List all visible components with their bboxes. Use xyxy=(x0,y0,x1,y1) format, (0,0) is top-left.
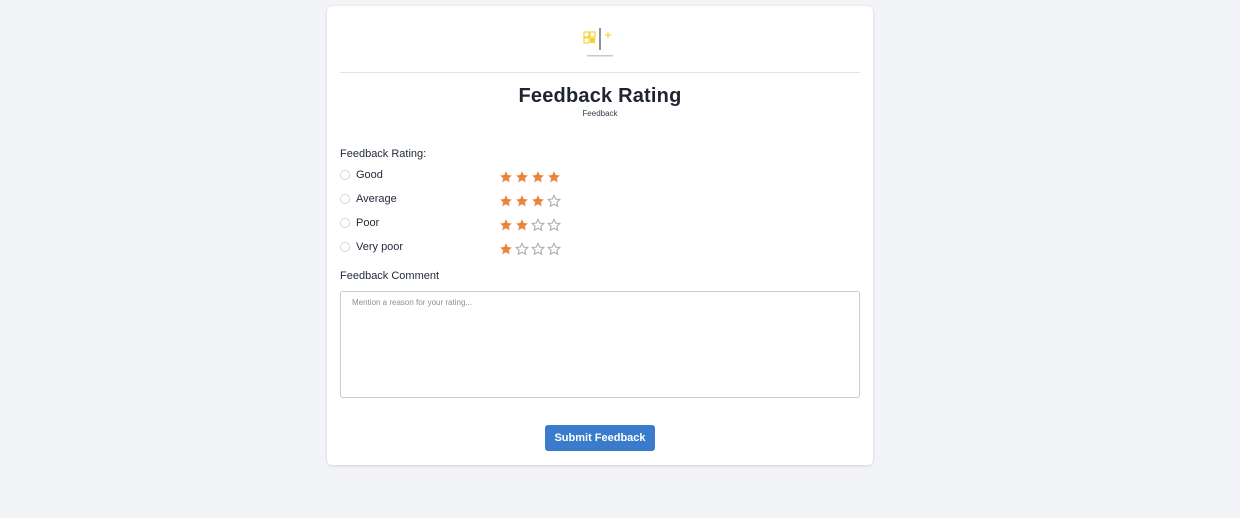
star-filled-icon xyxy=(532,195,544,207)
feedback-card: Feedback Rating Feedback Feedback Rating… xyxy=(327,6,873,465)
rating-stars xyxy=(499,216,561,234)
star-filled-icon xyxy=(532,171,544,183)
star-filled-icon xyxy=(516,219,528,231)
company-logo xyxy=(583,28,613,57)
star-filled-icon xyxy=(500,243,512,255)
star-outline-icon xyxy=(547,218,561,232)
rating-option-label: Poor xyxy=(356,217,380,229)
rating-stars xyxy=(499,240,561,258)
submit-feedback-button[interactable]: Submit Feedback xyxy=(545,425,655,451)
rating-option-label: Very poor xyxy=(356,241,404,253)
star-outline-icon xyxy=(547,194,561,208)
star-outline-icon xyxy=(531,218,545,232)
feedback-comment-textarea[interactable] xyxy=(340,291,860,398)
logo-container xyxy=(327,24,873,68)
rating-radio[interactable] xyxy=(340,194,350,204)
rating-radio[interactable] xyxy=(340,242,350,252)
page-title: Feedback Rating xyxy=(518,85,682,107)
comment-label: Feedback Comment xyxy=(340,270,440,282)
rating-radio[interactable] xyxy=(340,218,350,228)
star-outline-icon xyxy=(547,242,561,256)
page-subtitle: Feedback xyxy=(582,109,618,118)
star-filled-icon xyxy=(500,219,512,231)
header-divider xyxy=(340,72,860,73)
star-filled-icon xyxy=(500,195,512,207)
star-filled-icon xyxy=(516,195,528,207)
star-filled-icon xyxy=(548,171,560,183)
rating-stars xyxy=(499,168,561,186)
rating-stars xyxy=(499,192,561,210)
rating-option-label: Average xyxy=(356,193,397,205)
star-outline-icon xyxy=(515,242,529,256)
rating-radio[interactable] xyxy=(340,170,350,180)
rating-option-label: Good xyxy=(356,169,383,181)
star-outline-icon xyxy=(531,242,545,256)
rating-section-label: Feedback Rating: xyxy=(340,148,427,160)
star-filled-icon xyxy=(500,171,512,183)
star-filled-icon xyxy=(516,171,528,183)
